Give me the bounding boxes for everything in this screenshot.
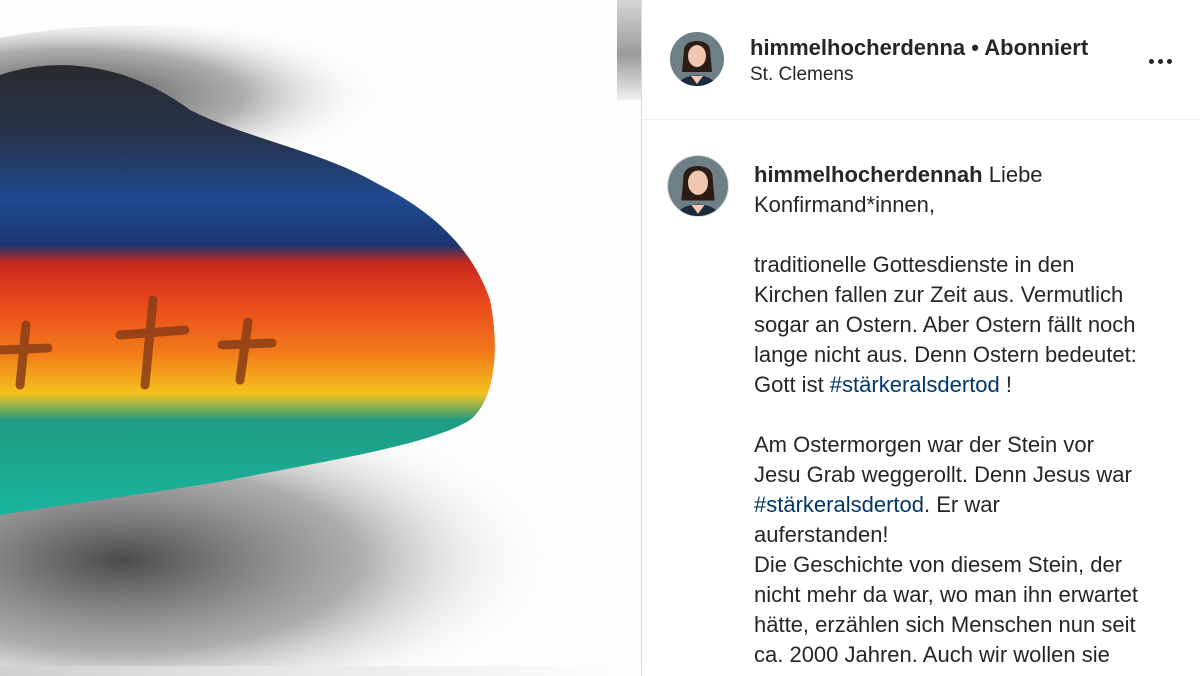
avatar[interactable] — [670, 32, 724, 86]
header-username-line: himmelhocherdenna • Abonniert — [750, 35, 1088, 61]
caption-username[interactable]: himmelhocherdennah — [754, 162, 983, 187]
caption-text-fragment: Gott ist — [754, 372, 830, 397]
post-location[interactable]: St. Clemens — [750, 64, 853, 86]
more-options-icon[interactable] — [1145, 46, 1175, 76]
image-edge-shadow — [617, 0, 641, 100]
post-image[interactable] — [0, 0, 641, 676]
caption-line: auferstanden! — [754, 522, 889, 547]
painted-stone-illustration — [0, 25, 590, 676]
caption-line: lange nicht aus. Denn Ostern bedeutet: — [754, 342, 1137, 367]
caption-line: ca. 2000 Jahren. Auch wir wollen sie — [754, 642, 1110, 667]
separator-dot: • — [965, 35, 985, 60]
caption-text: himmelhocherdennah Liebe Konfirmand*inne… — [754, 160, 1194, 670]
profile-photo-icon — [668, 156, 728, 216]
caption-line: nicht mehr da war, wo man ihn erwartet — [754, 582, 1138, 607]
caption-text-fragment: . Er war — [923, 492, 1000, 517]
caption-line: traditionelle Gottesdienste in den — [754, 252, 1075, 277]
follow-status-button[interactable]: Abonniert — [984, 35, 1088, 60]
caption-greeting: himmelhocherdennah Liebe Konfirmand*inne… — [754, 160, 1194, 220]
image-bottom-edge — [0, 666, 641, 676]
caption-text-fragment: ! — [999, 372, 1013, 397]
hashtag-link[interactable]: #stärkeralsdertod — [754, 492, 924, 517]
caption-line: #stärkeralsdertod. Er war — [754, 490, 1194, 520]
caption-line: Die Geschichte von diesem Stein, der — [754, 552, 1123, 577]
hashtag-link[interactable]: #stärkeralsdertod — [830, 372, 1000, 397]
caption-line: hätte, erzählen sich Menschen nun seit — [754, 612, 1136, 637]
caption-line: Jesu Grab weggerollt. Denn Jesus war — [754, 462, 1132, 487]
caption-avatar[interactable] — [667, 155, 729, 217]
caption-line: sogar an Ostern. Aber Ostern fällt noch — [754, 312, 1136, 337]
post-header: himmelhocherdenna • Abonniert St. Clemen… — [642, 0, 1200, 120]
caption-line: Am Ostermorgen war der Stein vor — [754, 432, 1094, 457]
post-panel: himmelhocherdenna • Abonniert St. Clemen… — [642, 0, 1200, 676]
caption-line: Gott ist #stärkeralsdertod ! — [754, 370, 1194, 400]
post-author-username[interactable]: himmelhocherdenna — [750, 35, 965, 60]
profile-photo-icon — [670, 32, 724, 86]
caption-line: Kirchen fallen zur Zeit aus. Vermutlich — [754, 282, 1124, 307]
